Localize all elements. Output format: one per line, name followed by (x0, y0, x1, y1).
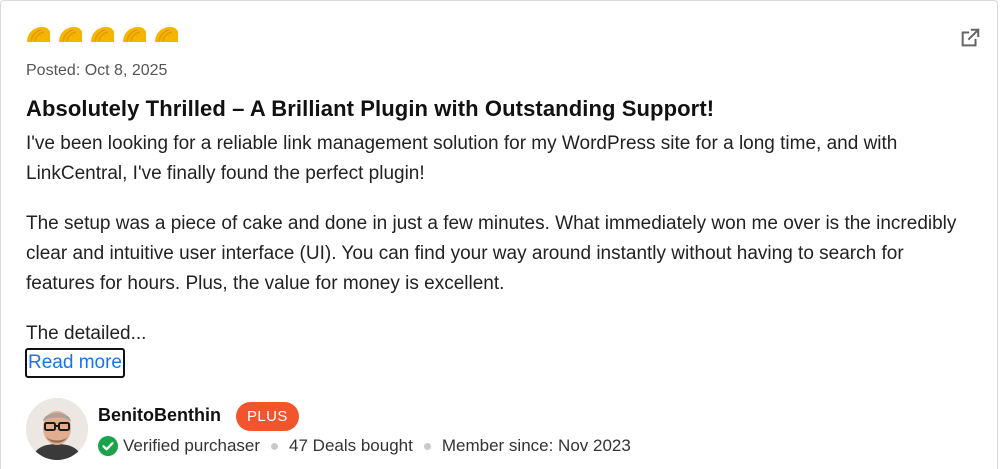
author-name[interactable]: BenitoBenthin (98, 405, 221, 426)
separator-dot (423, 442, 431, 450)
posted-date: Posted: Oct 8, 2025 (26, 62, 168, 79)
review-body: I've been looking for a reliable link ma… (26, 129, 971, 369)
avatar[interactable] (26, 398, 88, 460)
taco-star-icon (59, 27, 82, 42)
plus-badge: PLUS (236, 402, 299, 431)
review-card: Posted: Oct 8, 2025 Absolutely Thrilled … (0, 0, 998, 469)
author-meta: Verified purchaser 47 Deals bought Membe… (98, 436, 631, 456)
deals-bought: 47 Deals bought (289, 436, 413, 455)
review-paragraph: I've been looking for a reliable link ma… (26, 133, 898, 184)
taco-star-icon (123, 27, 146, 42)
separator-dot (271, 442, 279, 450)
avatar-image (26, 398, 88, 460)
verified-check-icon (98, 436, 118, 456)
taco-star-icon (155, 27, 178, 42)
star-rating (25, 25, 180, 45)
external-link-icon[interactable] (959, 27, 981, 49)
review-paragraph: The setup was a piece of cake and done i… (26, 213, 957, 294)
verified-purchaser-label: Verified purchaser (123, 436, 261, 455)
member-since: Member since: Nov 2023 (441, 436, 631, 455)
review-paragraph: The detailed... (26, 323, 147, 344)
read-more-button[interactable]: Read more (25, 348, 125, 378)
taco-star-icon (91, 27, 114, 42)
taco-star-icon (27, 27, 50, 42)
review-title: Absolutely Thrilled – A Brilliant Plugin… (26, 96, 715, 121)
